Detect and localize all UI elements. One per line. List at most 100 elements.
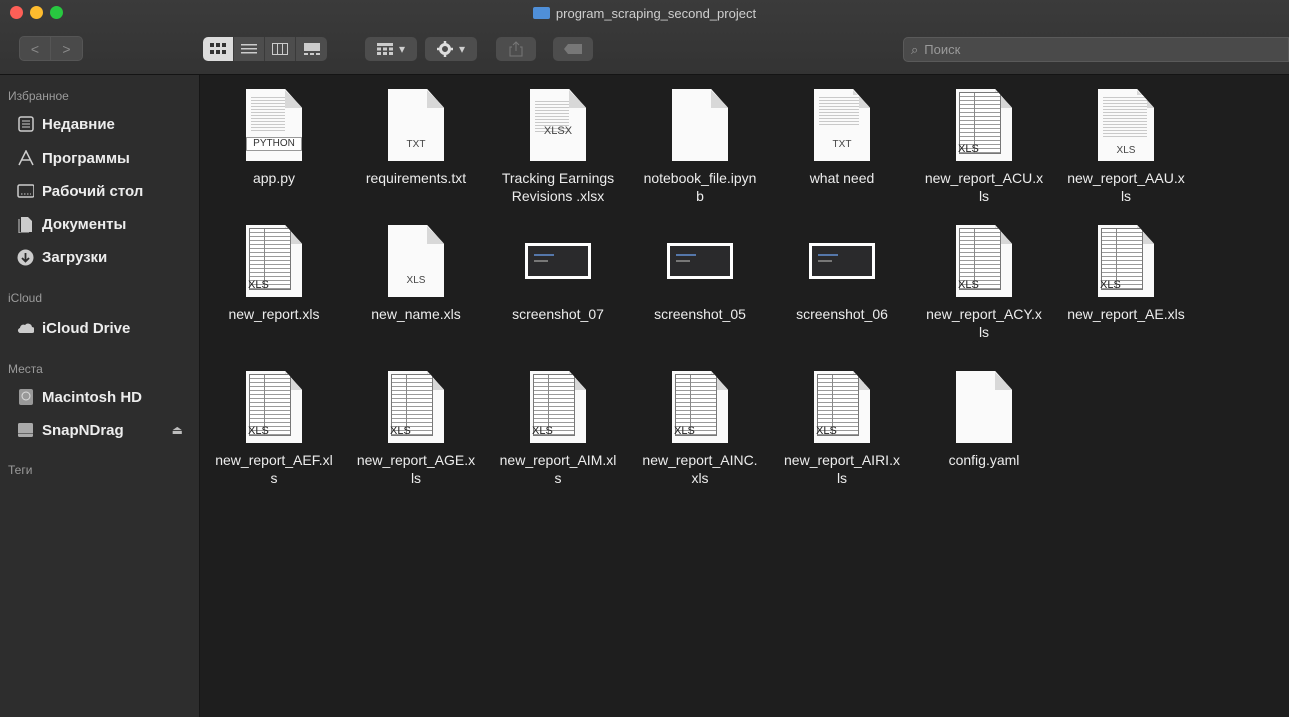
document-icon: XLS <box>672 371 728 443</box>
file-item[interactable]: config.yaml <box>914 371 1054 469</box>
document-icon: XLS <box>814 371 870 443</box>
sidebar-item-applications[interactable]: Программы <box>17 147 195 169</box>
file-name-continued: s <box>270 470 278 486</box>
gallery-view-button[interactable] <box>296 37 327 61</box>
share-button[interactable] <box>496 37 536 61</box>
file-name-continued: ls <box>836 470 848 486</box>
file-badge: XLS <box>248 425 269 437</box>
file-name: config.yaml <box>948 452 1020 468</box>
file-name-continued: s <box>554 470 562 486</box>
list-view-button[interactable] <box>234 37 265 61</box>
tags-button[interactable] <box>553 37 593 61</box>
file-badge: XLS <box>1100 279 1121 291</box>
hard-drive-icon <box>17 389 34 406</box>
file-name: app.py <box>252 170 296 186</box>
sidebar-item-label: Документы <box>42 215 127 233</box>
column-view-button[interactable] <box>265 37 296 61</box>
window-title: program_scraping_second_project <box>0 6 1289 22</box>
chevron-right-icon: > <box>62 40 71 57</box>
file-name-continued: ls <box>1120 188 1132 204</box>
gear-icon <box>436 41 453 57</box>
documents-icon <box>17 216 34 233</box>
file-grid: PYTHON app.py TXT requirements.txt XLSX Track… <box>200 75 1289 717</box>
file-name: notebook_file.ipyn <box>643 170 757 186</box>
file-item[interactable]: TXT what need <box>772 89 912 187</box>
chevron-left-icon: < <box>30 40 40 57</box>
screenshot-thumbnail-icon <box>525 243 591 279</box>
file-item[interactable]: XLS new_report_AGE.x ls <box>346 371 486 487</box>
forward-button[interactable]: > <box>51 36 83 61</box>
document-icon: XLS <box>956 89 1012 161</box>
file-item[interactable]: XLS new_report_AAU.xls <box>1056 89 1196 205</box>
sidebar-item-label: Недавние <box>42 115 115 133</box>
file-item[interactable]: PYTHON app.py <box>204 89 344 187</box>
sidebar-item-snapndrag[interactable]: SnapNDrag ⏏ <box>17 419 195 441</box>
file-badge: XLS <box>1116 145 1136 156</box>
file-name: screenshot_07 <box>512 306 604 322</box>
file-item[interactable]: TXT requirements.txt <box>346 89 486 187</box>
document-icon: PYTHON <box>246 89 302 161</box>
document-icon: XLS <box>530 371 586 443</box>
file-name: what need <box>809 170 875 186</box>
sidebar-item-documents[interactable]: Документы <box>17 213 195 235</box>
file-badge: XLS <box>674 425 695 437</box>
sidebar-item-label: SnapNDrag <box>42 421 124 439</box>
icloud-section-title: iCloud <box>8 291 43 305</box>
file-item[interactable]: screenshot_07 <box>488 225 628 323</box>
file-item[interactable]: XLS new_report_ACY.x ls <box>914 225 1054 341</box>
disk-icon <box>17 422 34 439</box>
file-item[interactable]: XLSX Tracking Earnings Revisions .xlsx <box>488 89 628 205</box>
file-item[interactable]: notebook_file.ipyn b <box>630 89 770 205</box>
file-name: new_report_ACU.x <box>924 170 1044 186</box>
file-name-continued: ls <box>410 470 422 486</box>
gallery-icon <box>303 43 320 55</box>
share-icon <box>509 41 523 57</box>
file-badge: XLS <box>532 425 553 437</box>
file-badge: TXT <box>406 139 426 150</box>
file-name: Tracking Earnings <box>501 170 615 186</box>
search-input[interactable] <box>922 41 1227 58</box>
sidebar-item-icloud-drive[interactable]: iCloud Drive <box>17 317 195 339</box>
file-badge: XLS <box>406 275 426 286</box>
file-badge: XLS <box>958 279 979 291</box>
file-badge: XLS <box>816 425 837 437</box>
document-icon <box>672 89 728 161</box>
arrange-grid-icon <box>376 43 393 55</box>
document-icon: XLS <box>388 371 444 443</box>
tag-icon <box>564 44 582 54</box>
file-item[interactable]: XLS new_report_AINC. xls <box>630 371 770 487</box>
document-icon: XLSX <box>530 89 586 161</box>
file-item[interactable]: XLS new_report_AE.xls <box>1056 225 1196 323</box>
file-item[interactable]: XLS new_name.xls <box>346 225 486 323</box>
file-item[interactable]: XLS new_report.xls <box>204 225 344 323</box>
recents-icon <box>17 116 34 133</box>
search-field[interactable]: ⌕ <box>903 37 1289 62</box>
sidebar-item-label: iCloud Drive <box>42 319 131 337</box>
file-item[interactable]: XLS new_report_AIRI.x ls <box>772 371 912 487</box>
file-name: new_report.xls <box>228 306 320 322</box>
sidebar-item-label: Загрузки <box>42 248 108 266</box>
arrange-button[interactable]: ▾ <box>365 37 417 61</box>
sidebar-item-downloads[interactable]: Загрузки <box>17 246 195 268</box>
back-button[interactable]: < <box>19 36 51 61</box>
file-item[interactable]: screenshot_05 <box>630 225 770 323</box>
eject-icon[interactable]: ⏏ <box>172 423 183 437</box>
sidebar-item-recents[interactable]: Недавние <box>17 113 195 135</box>
sidebar-item-macintosh-hd[interactable]: Macintosh HD <box>17 386 195 408</box>
icon-view-button[interactable] <box>203 37 234 61</box>
file-name: new_report_AAU.x <box>1067 170 1185 186</box>
file-item[interactable]: XLS new_report_AEF.xl s <box>204 371 344 487</box>
document-icon: XLS <box>956 225 1012 297</box>
file-name-continued: Revisions .xlsx <box>511 188 605 204</box>
file-name: new_report_AIM.xl <box>499 452 617 468</box>
chevron-down-icon: ▾ <box>458 42 466 56</box>
toolbar: program_scraping_second_project < > ▾ ▾ … <box>0 0 1289 75</box>
file-name: new_report_AE.xls <box>1067 306 1185 322</box>
sidebar-item-desktop[interactable]: Рабочий стол <box>17 180 195 202</box>
action-button[interactable]: ▾ <box>425 37 477 61</box>
file-name: new_name.xls <box>371 306 461 322</box>
file-item[interactable]: screenshot_06 <box>772 225 912 323</box>
document-icon: XLS <box>1098 89 1154 161</box>
file-item[interactable]: XLS new_report_ACU.x ls <box>914 89 1054 205</box>
file-item[interactable]: XLS new_report_AIM.xls <box>488 371 628 487</box>
